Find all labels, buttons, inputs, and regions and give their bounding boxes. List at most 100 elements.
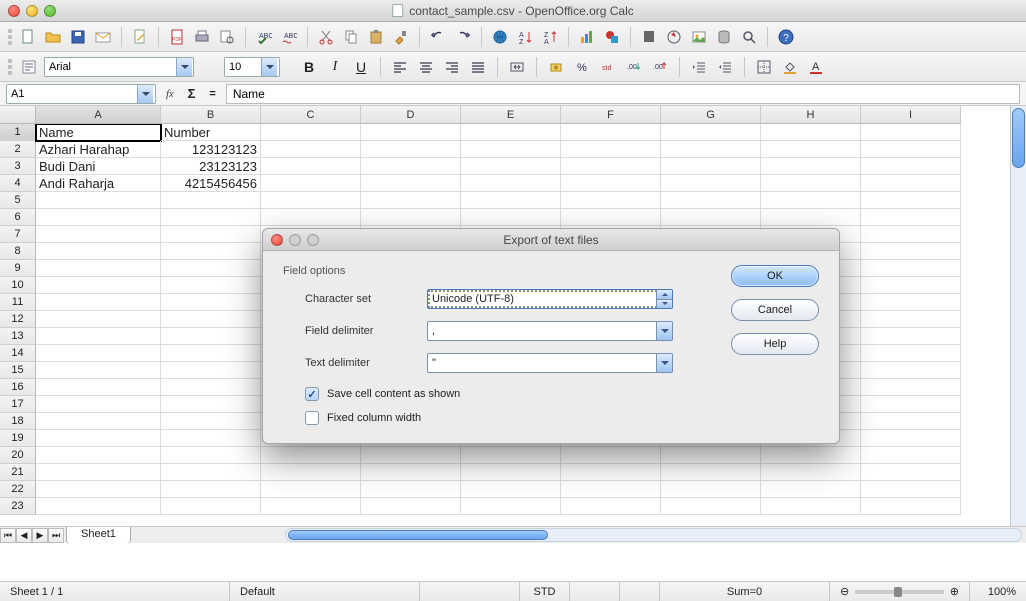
row-header[interactable]: 20 bbox=[0, 447, 36, 464]
row-header[interactable]: 15 bbox=[0, 362, 36, 379]
cell[interactable] bbox=[761, 209, 861, 226]
cell[interactable] bbox=[161, 243, 261, 260]
cell[interactable] bbox=[161, 192, 261, 209]
cell[interactable] bbox=[861, 226, 961, 243]
cell[interactable] bbox=[561, 192, 661, 209]
cell[interactable] bbox=[761, 175, 861, 192]
datasources-button[interactable] bbox=[713, 26, 735, 48]
cell[interactable] bbox=[161, 226, 261, 243]
save-button[interactable] bbox=[67, 26, 89, 48]
sheet-tab[interactable]: Sheet1 bbox=[66, 527, 131, 544]
cell[interactable] bbox=[861, 481, 961, 498]
column-header[interactable]: F bbox=[561, 106, 661, 124]
row-header[interactable]: 7 bbox=[0, 226, 36, 243]
cell[interactable] bbox=[561, 464, 661, 481]
column-header[interactable]: G bbox=[661, 106, 761, 124]
cell[interactable] bbox=[561, 209, 661, 226]
spellcheck-button[interactable]: ABC bbox=[253, 26, 275, 48]
delete-decimal-button[interactable]: .00 bbox=[649, 56, 671, 78]
cell[interactable] bbox=[661, 192, 761, 209]
cell[interactable] bbox=[36, 260, 161, 277]
field-delimiter-combo[interactable]: , bbox=[427, 321, 673, 341]
cell[interactable] bbox=[161, 464, 261, 481]
cell[interactable] bbox=[761, 192, 861, 209]
cell[interactable] bbox=[661, 464, 761, 481]
cell[interactable] bbox=[761, 141, 861, 158]
hyperlink-button[interactable] bbox=[489, 26, 511, 48]
window-zoom-button[interactable] bbox=[44, 5, 56, 17]
cell[interactable] bbox=[861, 379, 961, 396]
row-header[interactable]: 13 bbox=[0, 328, 36, 345]
cell[interactable] bbox=[361, 498, 461, 515]
row-header[interactable]: 21 bbox=[0, 464, 36, 481]
cell[interactable] bbox=[661, 141, 761, 158]
cell[interactable] bbox=[461, 124, 561, 141]
cell[interactable] bbox=[36, 226, 161, 243]
ok-button[interactable]: OK bbox=[731, 265, 819, 287]
cell[interactable] bbox=[861, 396, 961, 413]
zoom-slider[interactable]: ⊖⊕ bbox=[830, 582, 970, 601]
column-header[interactable]: H bbox=[761, 106, 861, 124]
cell[interactable] bbox=[761, 124, 861, 141]
font-name-input[interactable] bbox=[45, 58, 176, 76]
format-paintbrush-button[interactable] bbox=[390, 26, 412, 48]
row-header[interactable]: 14 bbox=[0, 345, 36, 362]
auto-spellcheck-button[interactable]: ABC bbox=[278, 26, 300, 48]
chevron-down-icon[interactable] bbox=[137, 85, 153, 103]
function-wizard-button[interactable]: fx bbox=[162, 88, 178, 100]
row-header[interactable]: 12 bbox=[0, 311, 36, 328]
spinner-icons[interactable] bbox=[656, 290, 672, 308]
borders-button[interactable] bbox=[753, 56, 775, 78]
new-doc-button[interactable] bbox=[17, 26, 39, 48]
cell[interactable] bbox=[861, 430, 961, 447]
cell[interactable] bbox=[561, 175, 661, 192]
status-pagestyle[interactable]: Default bbox=[230, 582, 420, 601]
align-right-button[interactable] bbox=[441, 56, 463, 78]
export-pdf-button[interactable]: PDF bbox=[166, 26, 188, 48]
cell[interactable] bbox=[661, 209, 761, 226]
cell[interactable] bbox=[861, 413, 961, 430]
name-box[interactable] bbox=[6, 84, 156, 104]
cell[interactable] bbox=[361, 481, 461, 498]
function-button[interactable]: = bbox=[205, 88, 219, 100]
row-header[interactable]: 3 bbox=[0, 158, 36, 175]
dialog-titlebar[interactable]: Export of text files bbox=[263, 229, 839, 251]
cell[interactable] bbox=[36, 464, 161, 481]
cell[interactable] bbox=[161, 396, 261, 413]
cell[interactable] bbox=[161, 311, 261, 328]
save-as-shown-checkbox[interactable] bbox=[305, 387, 319, 401]
redo-button[interactable] bbox=[452, 26, 474, 48]
chevron-down-icon[interactable] bbox=[261, 58, 277, 76]
text-delimiter-combo[interactable]: " bbox=[427, 353, 673, 373]
row-header[interactable]: 2 bbox=[0, 141, 36, 158]
cell[interactable] bbox=[861, 362, 961, 379]
sort-desc-button[interactable]: ZA bbox=[539, 26, 561, 48]
insert-chart-button[interactable] bbox=[576, 26, 598, 48]
undo-button[interactable] bbox=[427, 26, 449, 48]
cell[interactable] bbox=[261, 464, 361, 481]
cell[interactable] bbox=[161, 430, 261, 447]
row-header[interactable]: 9 bbox=[0, 260, 36, 277]
toolbar-grip[interactable] bbox=[6, 59, 14, 75]
cell[interactable] bbox=[761, 498, 861, 515]
last-sheet-button[interactable]: ⏭ bbox=[48, 528, 64, 543]
column-header[interactable]: I bbox=[861, 106, 961, 124]
cell[interactable] bbox=[361, 209, 461, 226]
gallery-button[interactable] bbox=[688, 26, 710, 48]
first-sheet-button[interactable]: ⏮ bbox=[0, 528, 16, 543]
cell[interactable] bbox=[861, 209, 961, 226]
row-header[interactable]: 22 bbox=[0, 481, 36, 498]
cell[interactable] bbox=[661, 498, 761, 515]
sort-asc-button[interactable]: AZ bbox=[514, 26, 536, 48]
chevron-down-icon[interactable] bbox=[656, 354, 672, 372]
standard-format-button[interactable]: std bbox=[597, 56, 619, 78]
cell[interactable] bbox=[36, 362, 161, 379]
cell[interactable] bbox=[561, 481, 661, 498]
scrollbar-thumb[interactable] bbox=[1012, 108, 1025, 168]
row-header[interactable]: 6 bbox=[0, 209, 36, 226]
cell[interactable] bbox=[561, 447, 661, 464]
fixed-width-checkbox[interactable] bbox=[305, 411, 319, 425]
row-header[interactable]: 23 bbox=[0, 498, 36, 515]
cell[interactable] bbox=[861, 141, 961, 158]
show-draw-button[interactable] bbox=[601, 26, 623, 48]
